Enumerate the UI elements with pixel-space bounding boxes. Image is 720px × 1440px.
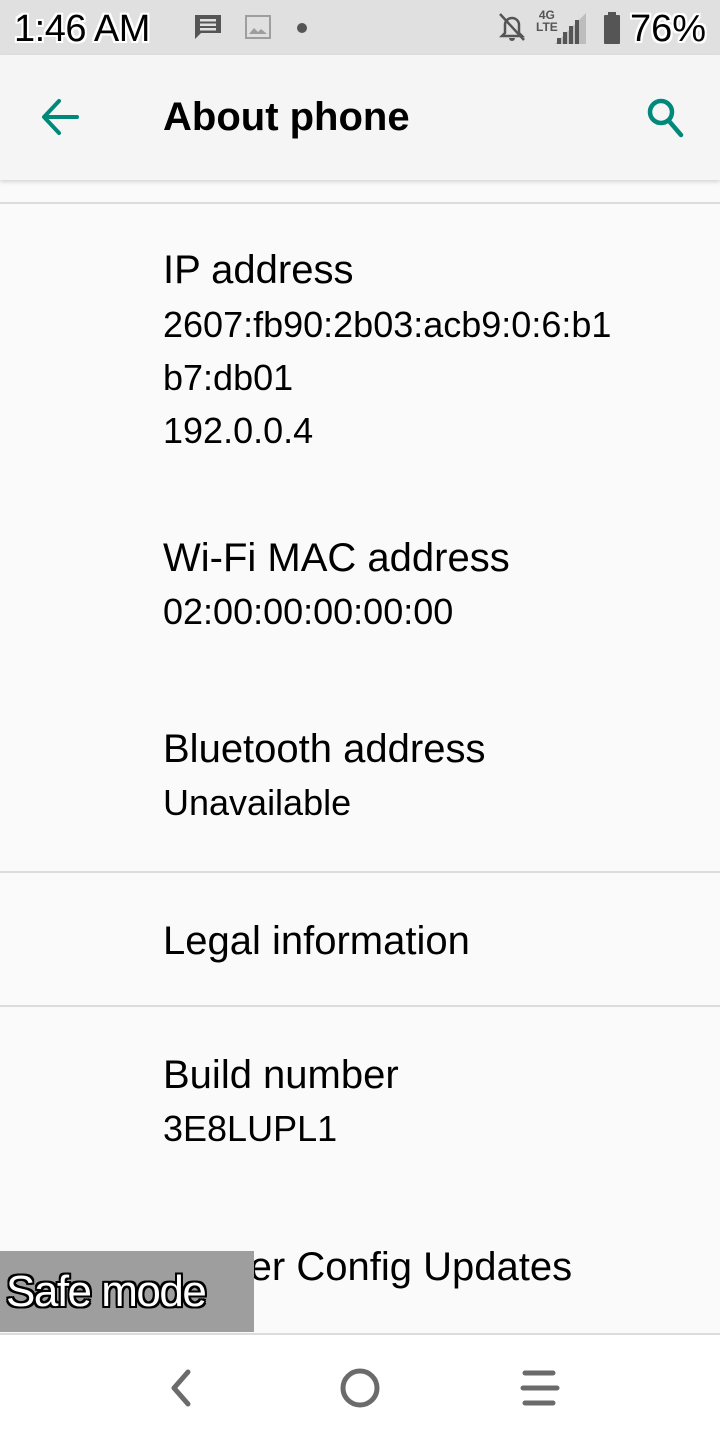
safe-mode-label: Safe mode [6, 1267, 207, 1316]
search-icon [647, 98, 684, 138]
more-dot-icon [296, 21, 308, 39]
battery-icon [603, 12, 621, 49]
message-icon [193, 13, 223, 46]
pref-title: Wi-Fi MAC address [163, 536, 510, 580]
divider [0, 871, 720, 873]
pref-summary: 3E8LUPL1 [163, 1108, 338, 1149]
pref-title: Build number [163, 1053, 399, 1097]
nav-home-button[interactable] [325, 1355, 395, 1421]
pref-ip-address[interactable]: IP address 2607:fb90:2b03:acb9:0:6:b1 b7… [163, 246, 611, 457]
navigation-bar [0, 1333, 720, 1440]
app-bar: About phone [0, 55, 720, 180]
nav-home-icon [340, 1368, 380, 1408]
pref-title: Legal information [163, 919, 470, 963]
arrow-back-icon [42, 99, 79, 135]
pref-title: IP address [163, 248, 354, 292]
search-button[interactable] [636, 87, 696, 147]
nav-recents-icon [520, 1370, 560, 1406]
battery-percent: 76% [629, 8, 706, 50]
pref-build-number[interactable]: Build number 3E8LUPL1 [163, 1051, 399, 1155]
pref-summary: Unavailable [163, 782, 352, 823]
nav-back-icon [171, 1369, 191, 1407]
pref-title: Bluetooth address [163, 727, 486, 771]
nav-back-button[interactable] [145, 1355, 215, 1421]
page-title: About phone [163, 95, 410, 139]
nav-recents-button[interactable] [505, 1355, 575, 1421]
back-button[interactable] [30, 87, 90, 147]
image-icon [245, 15, 271, 44]
divider [0, 1005, 720, 1007]
divider [0, 202, 720, 204]
pref-wifi-mac-address[interactable]: Wi-Fi MAC address 02:00:00:00:00:00 [163, 534, 510, 638]
signal-icon [553, 12, 587, 49]
pref-summary: 02:00:00:00:00:00 [163, 591, 454, 632]
pref-summary: 2607:fb90:2b03:acb9:0:6:b1 b7:db01 192.0… [163, 304, 612, 451]
safe-mode-badge: Safe mode [0, 1251, 254, 1332]
pref-legal-information[interactable]: Legal information [163, 917, 470, 965]
pref-bluetooth-address[interactable]: Bluetooth address Unavailable [163, 725, 485, 829]
status-time: 1:46 AM [14, 8, 150, 50]
preference-list: IP address 2607:fb90:2b03:acb9:0:6:b1 b7… [0, 180, 720, 1333]
notifications-off-icon [497, 11, 527, 48]
status-bar: 1:46 AM 4G LTE 76% [0, 0, 720, 55]
